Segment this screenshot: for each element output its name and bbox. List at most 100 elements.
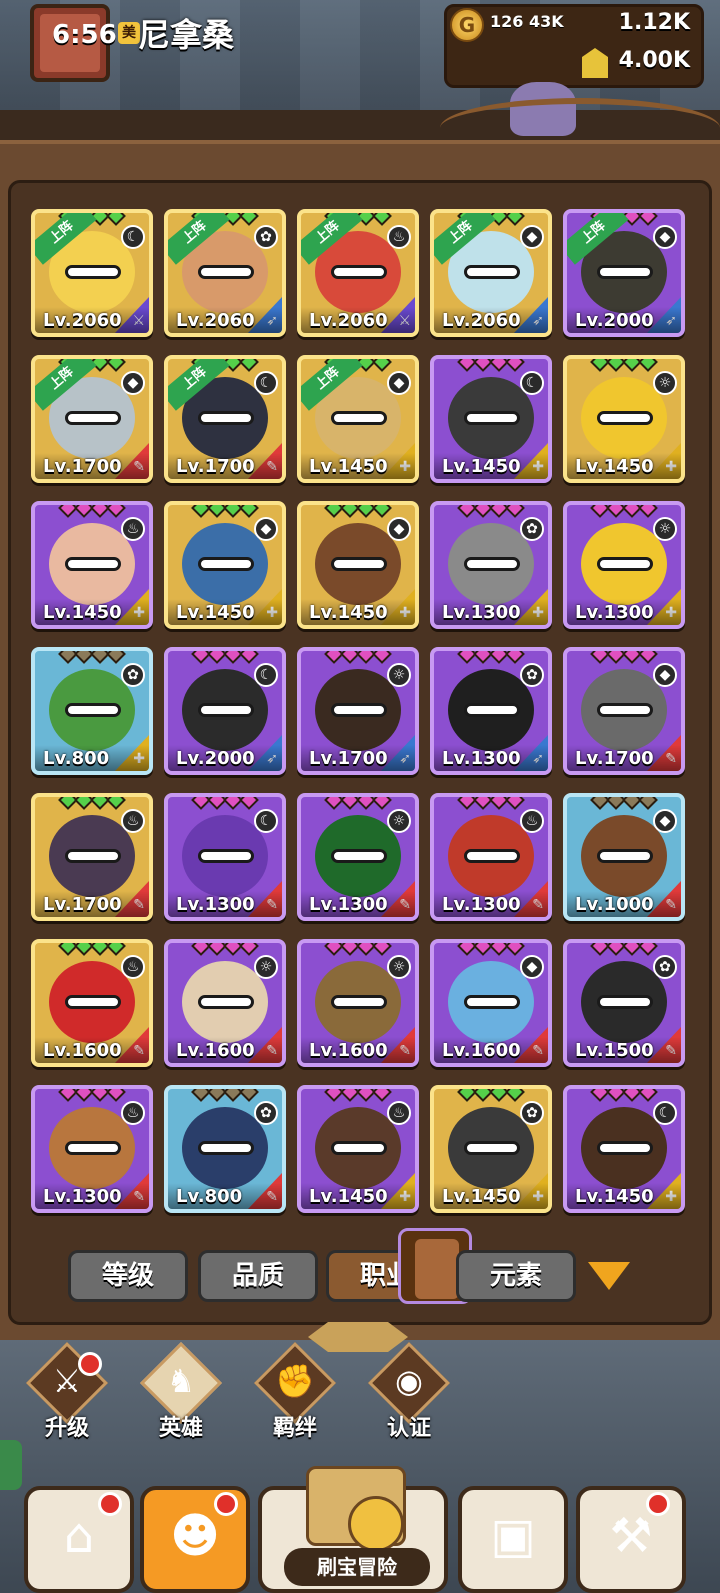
hero-stars — [58, 505, 126, 518]
hero-card[interactable]: ◆✚Lv.1450 — [164, 501, 286, 629]
hero-card[interactable]: ♨✎Lv.1300 — [430, 793, 552, 921]
level-bar: Lv.1450 — [301, 1183, 415, 1209]
fist-icon: ✊ — [275, 1362, 315, 1400]
filter-level-button[interactable]: 等级 — [68, 1250, 188, 1302]
hero-level: Lv.1300 — [442, 894, 521, 915]
level-bar: Lv.1700 — [567, 745, 681, 771]
hero-card[interactable]: ☾✚Lv.1450 — [563, 1085, 685, 1213]
level-bar: Lv.1450 — [168, 599, 282, 625]
heroes-notification-dot — [214, 1492, 238, 1516]
hero-level: Lv.1000 — [575, 894, 654, 915]
element-icon: ◆ — [520, 225, 544, 249]
hero-card[interactable]: ☾✎Lv.1300 — [164, 793, 286, 921]
hero-card[interactable]: ♨✎Lv.1300 — [31, 1085, 153, 1213]
element-icon: ◆ — [254, 517, 278, 541]
hero-card[interactable]: ☾✎Lv.1700上阵 — [164, 355, 286, 483]
element-icon: ☾ — [254, 809, 278, 833]
hero-card[interactable]: ☾⚔Lv.2060上阵 — [31, 209, 153, 337]
hero-card[interactable]: ◆✚Lv.1450上阵 — [297, 355, 419, 483]
level-bar: Lv.2000 — [567, 307, 681, 333]
shop-icon: ⌂ — [63, 1508, 95, 1564]
hero-card[interactable]: ◆✎Lv.1700上阵 — [31, 355, 153, 483]
star-icon — [505, 651, 525, 664]
dock-bag-button[interactable]: ▣ — [458, 1486, 568, 1593]
bond-button[interactable]: ✊ 羁绊 — [248, 1341, 338, 1441]
level-bar: Lv.1300 — [168, 891, 282, 917]
level-bar: Lv.1450 — [567, 453, 681, 479]
chevron-down-icon[interactable] — [588, 1262, 630, 1290]
hero-card[interactable]: ☼✎Lv.1300 — [297, 793, 419, 921]
hero-eyes — [464, 1141, 520, 1155]
hero-card[interactable]: ✿➶Lv.1300 — [430, 647, 552, 775]
hero-eyes — [331, 995, 387, 1009]
upgrade-label: 升级 — [44, 1416, 89, 1441]
element-icon: ☼ — [653, 517, 677, 541]
hero-stars — [590, 1089, 658, 1102]
hero-card[interactable]: ◆➶Lv.2060上阵 — [430, 209, 552, 337]
hero-eyes — [198, 411, 254, 425]
hero-level: Lv.800 — [176, 1186, 243, 1207]
hero-eyes — [331, 849, 387, 863]
heroes-button[interactable]: ♞ 英雄 — [134, 1341, 224, 1441]
element-icon: ✿ — [520, 517, 544, 541]
hero-level: Lv.1500 — [575, 1040, 654, 1061]
hero-card[interactable]: ☼✎Lv.1600 — [164, 939, 286, 1067]
hero-card[interactable]: ☾✚Lv.1450 — [430, 355, 552, 483]
hero-level: Lv.1300 — [575, 602, 654, 623]
hero-stars — [324, 1089, 392, 1102]
hero-card[interactable]: ◆✎Lv.1700 — [563, 647, 685, 775]
level-bar: Lv.1000 — [567, 891, 681, 917]
level-bar: Lv.1700 — [168, 453, 282, 479]
hero-eyes — [464, 703, 520, 717]
hero-card[interactable]: ☼✚Lv.1300 — [563, 501, 685, 629]
hero-card[interactable]: ♨✎Lv.1600 — [31, 939, 153, 1067]
adventure-button[interactable]: 刷宝冒险 — [272, 1466, 442, 1593]
hero-card[interactable]: ◆➶Lv.2000上阵 — [563, 209, 685, 337]
hero-card[interactable]: ♨✎Lv.1700 — [31, 793, 153, 921]
hero-eyes — [198, 557, 254, 571]
hero-level: Lv.1600 — [43, 1040, 122, 1061]
hero-card[interactable]: ♨✚Lv.1450 — [297, 1085, 419, 1213]
hero-board: ☾⚔Lv.2060上阵✿➶Lv.2060上阵♨⚔Lv.2060上阵◆➶Lv.20… — [0, 140, 720, 1360]
star-icon — [638, 1089, 658, 1102]
star-icon — [239, 943, 259, 956]
hero-card[interactable]: ♨⚔Lv.2060上阵 — [297, 209, 419, 337]
element-icon: ✿ — [653, 955, 677, 979]
element-icon: ♨ — [121, 955, 145, 979]
totem-wood-icon — [415, 1239, 459, 1299]
hero-card[interactable]: ☼✎Lv.1600 — [297, 939, 419, 1067]
hero-eyes — [331, 411, 387, 425]
level-bar: Lv.1450 — [301, 599, 415, 625]
hero-card[interactable]: ✿✚Lv.800 — [31, 647, 153, 775]
hero-card[interactable]: ✿✚Lv.1450 — [430, 1085, 552, 1213]
status-time: 6:56 — [52, 20, 117, 50]
hero-card[interactable]: ✿➶Lv.2060上阵 — [164, 209, 286, 337]
star-icon — [505, 359, 525, 372]
gem-divider-icon — [308, 1322, 408, 1352]
hero-stars — [191, 797, 259, 810]
hero-card[interactable]: ✿✚Lv.1300 — [430, 501, 552, 629]
hero-card[interactable]: ☼➶Lv.1700 — [297, 647, 419, 775]
hero-card[interactable]: ◆✎Lv.1600 — [430, 939, 552, 1067]
hero-level: Lv.1700 — [176, 456, 255, 477]
hero-card[interactable]: ◆✚Lv.1450 — [297, 501, 419, 629]
hero-level: Lv.2060 — [309, 310, 388, 331]
element-icon: ◆ — [387, 371, 411, 395]
star-icon — [638, 359, 658, 372]
element-icon: ♨ — [121, 1101, 145, 1125]
hero-stars — [58, 1089, 126, 1102]
filter-quality-button[interactable]: 品质 — [198, 1250, 318, 1302]
hero-card[interactable]: ☼✚Lv.1450 — [563, 355, 685, 483]
filter-element-button[interactable]: 元素 — [456, 1250, 576, 1302]
certify-button[interactable]: ◉ 认证 — [362, 1341, 452, 1441]
hero-card[interactable]: ♨✚Lv.1450 — [31, 501, 153, 629]
hero-card[interactable]: ☾➶Lv.2000 — [164, 647, 286, 775]
hero-card[interactable]: ✿✎Lv.800 — [164, 1085, 286, 1213]
star-icon — [372, 943, 392, 956]
hero-card[interactable]: ◆✎Lv.1000 — [563, 793, 685, 921]
hero-eyes — [65, 703, 121, 717]
hero-stars — [590, 943, 658, 956]
hero-eyes — [597, 1141, 653, 1155]
level-bar: Lv.1600 — [434, 1037, 548, 1063]
hero-card[interactable]: ✿✎Lv.1500 — [563, 939, 685, 1067]
